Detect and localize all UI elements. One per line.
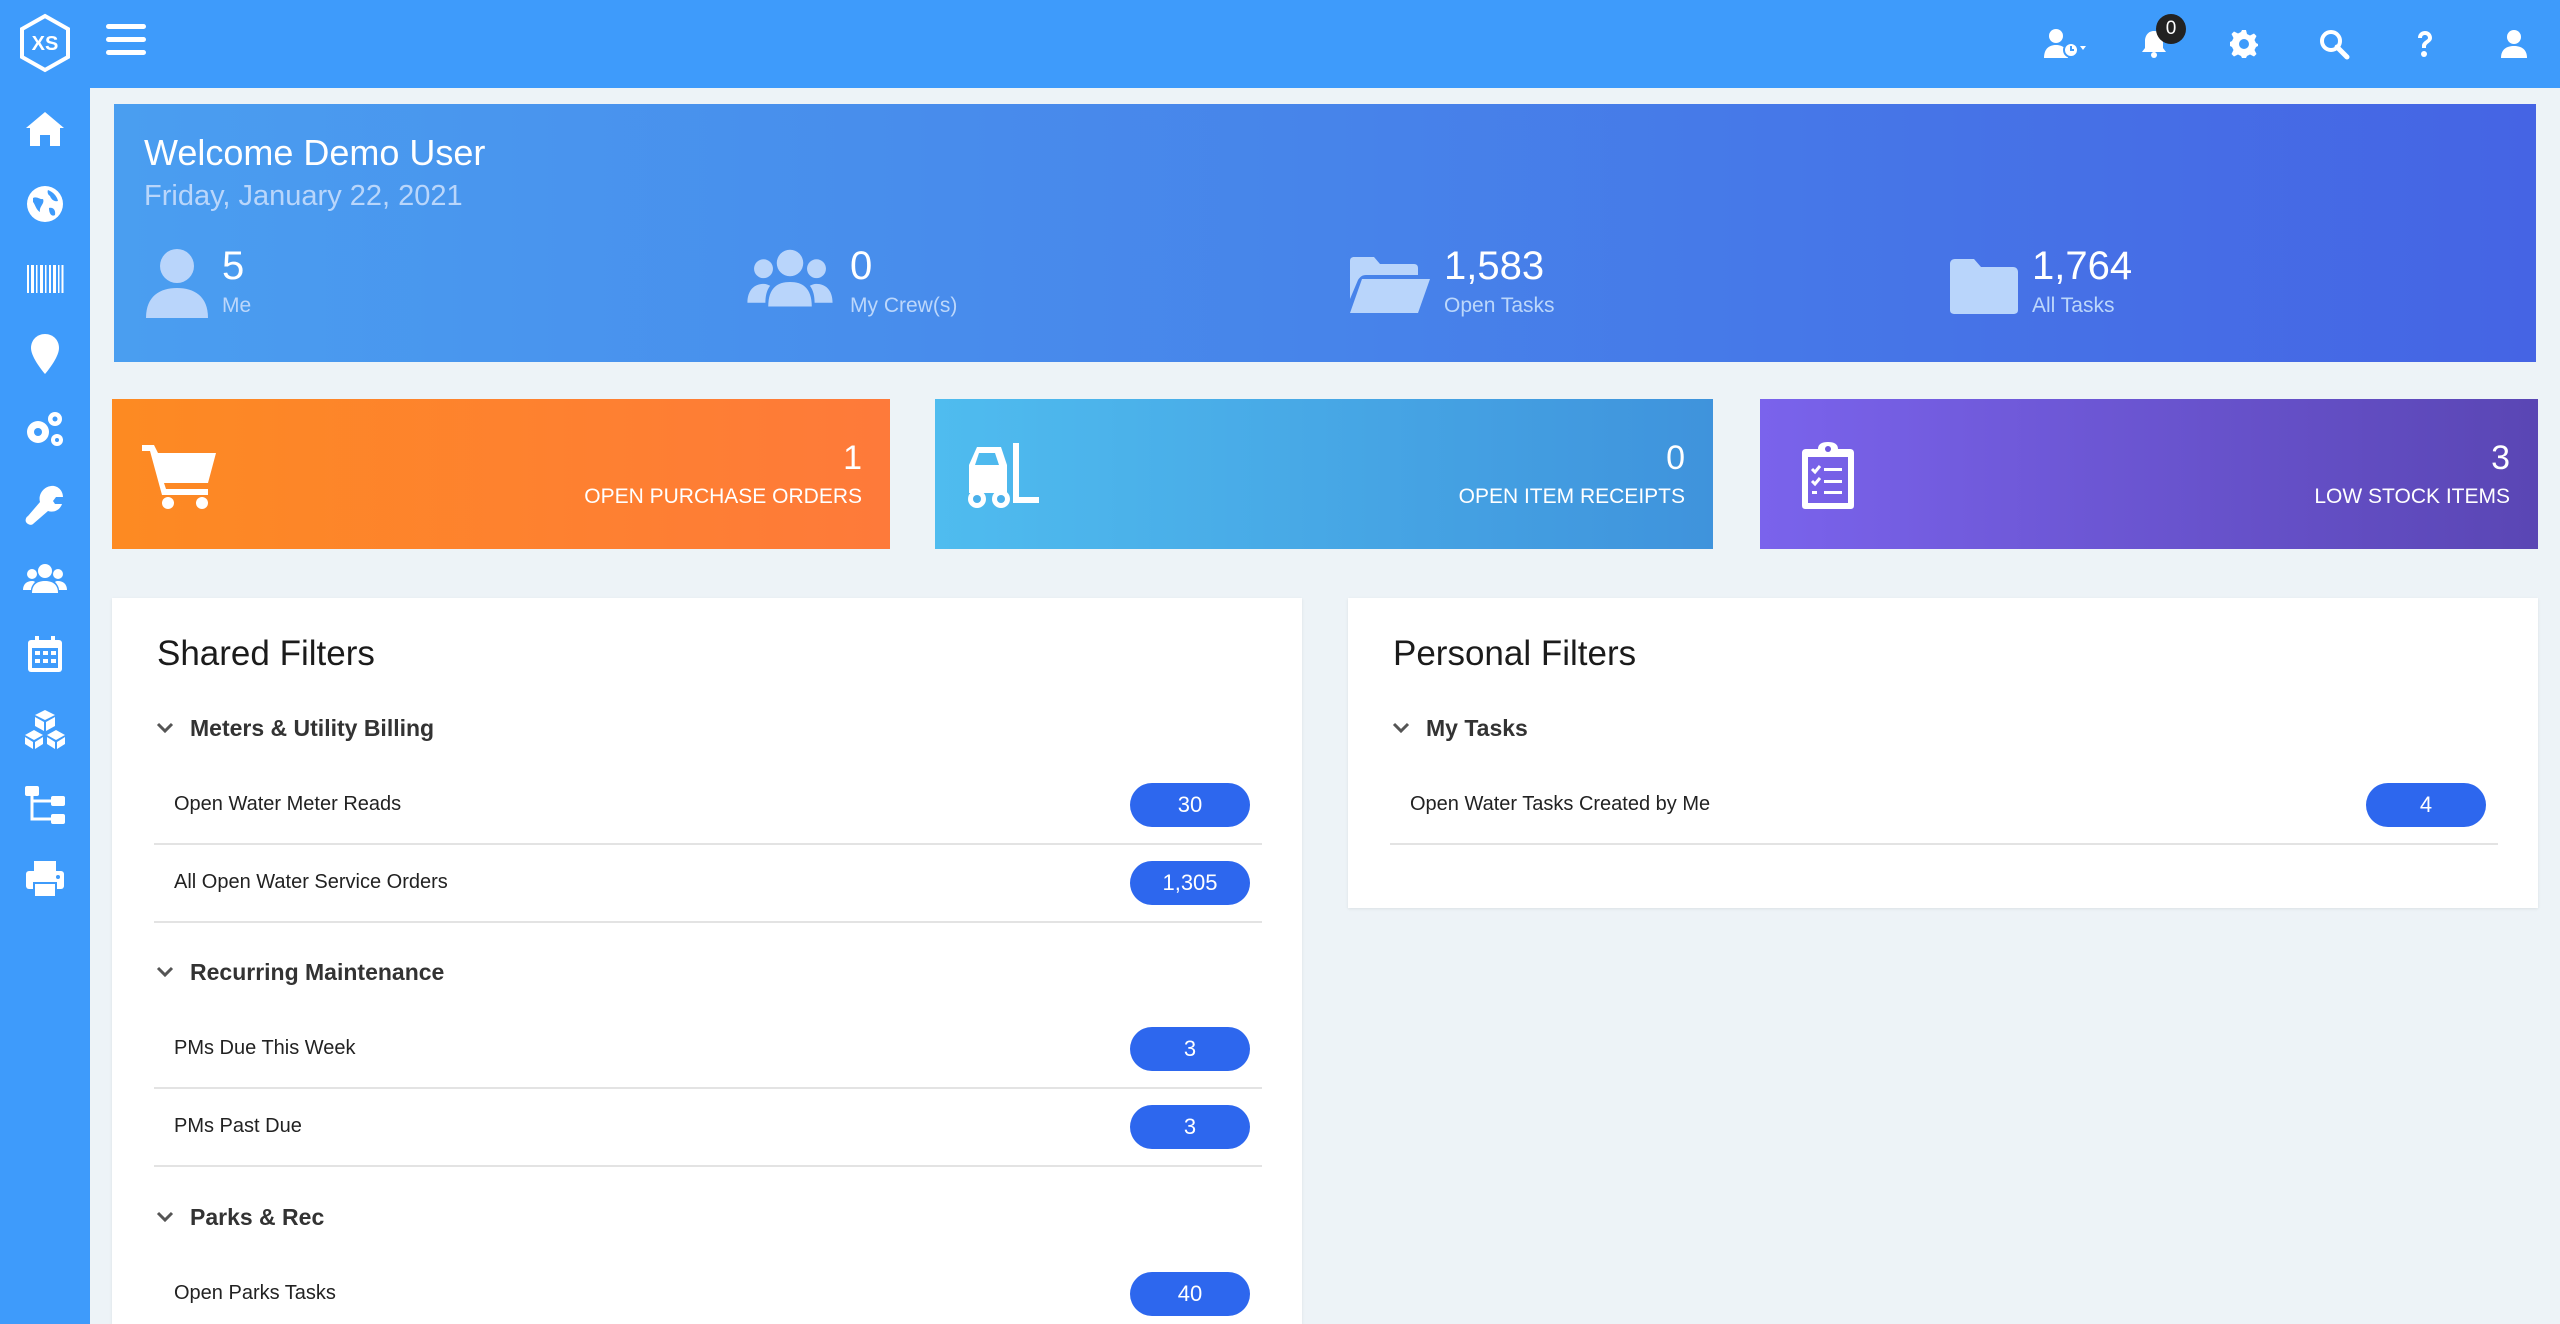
shared-filters-title: Shared Filters [157, 634, 375, 673]
stat-label: Me [222, 294, 252, 317]
filter-count-badge: 30 [1130, 783, 1250, 827]
kpi-value: 3 [2491, 439, 2510, 477]
filter-count-badge: 1,305 [1130, 861, 1250, 905]
kpi-open-purchase-orders[interactable]: 1 OPEN PURCHASE ORDERS [112, 399, 890, 549]
kpi-label: OPEN PURCHASE ORDERS [584, 485, 862, 508]
group-label: Parks & Rec [190, 1203, 325, 1230]
search-icon[interactable] [2312, 22, 2356, 66]
filter-count-badge: 40 [1130, 1272, 1250, 1316]
user-icon [146, 249, 208, 318]
filter-label: PMs Due This Week [174, 1037, 356, 1059]
group-label: Meters & Utility Billing [190, 714, 435, 741]
group-meters-utility-billing[interactable]: Meters & Utility Billing [154, 710, 434, 746]
sitemap-icon[interactable] [20, 779, 70, 829]
clipboard-list-icon [1802, 442, 1854, 509]
group-my-tasks[interactable]: My Tasks [1390, 710, 1528, 746]
chevron-down-icon [1392, 722, 1410, 734]
filter-label: All Open Water Service Orders [174, 871, 448, 893]
user-clock-icon[interactable] [2036, 22, 2096, 66]
filter-count-badge: 3 [1130, 1027, 1250, 1071]
notification-count-badge: 0 [2156, 14, 2186, 44]
cubes-icon[interactable] [20, 704, 70, 754]
kpi-label: OPEN ITEM RECEIPTS [1458, 485, 1685, 508]
wrench-icon[interactable] [20, 479, 70, 529]
barcode-icon[interactable] [20, 254, 70, 304]
stat-label: Open Tasks [1444, 294, 1555, 317]
group-parks-rec[interactable]: Parks & Rec [154, 1199, 324, 1235]
kpi-value: 0 [1666, 439, 1685, 477]
filter-label: PMs Past Due [174, 1115, 302, 1137]
menu-toggle-icon[interactable] [106, 24, 146, 60]
stat-value: 0 [850, 244, 873, 288]
filter-label: Open Parks Tasks [174, 1282, 336, 1304]
cogs-icon[interactable] [20, 404, 70, 454]
kpi-label: LOW STOCK ITEMS [2314, 485, 2510, 508]
chevron-down-icon [156, 722, 174, 734]
cart-icon [142, 445, 216, 509]
print-icon[interactable] [20, 854, 70, 904]
filter-count-badge: 4 [2366, 783, 2486, 827]
stat-value: 5 [222, 244, 245, 288]
welcome-title: Welcome Demo User [144, 132, 486, 173]
users-icon [747, 249, 833, 307]
filter-row-open-water-tasks-created-by-me[interactable]: Open Water Tasks Created by Me 4 [1390, 767, 2498, 845]
personal-filters-title: Personal Filters [1393, 634, 1637, 673]
stat-value: 1,583 [1444, 244, 1545, 288]
kpi-open-item-receipts[interactable]: 0 OPEN ITEM RECEIPTS [935, 399, 1713, 549]
stat-label: My Crew(s) [850, 294, 958, 317]
filter-row-open-water-meter-reads[interactable]: Open Water Meter Reads 30 [154, 767, 1262, 845]
logo-text: XS [32, 33, 59, 55]
kpi-low-stock-items[interactable]: 3 LOW STOCK ITEMS [1760, 399, 2538, 549]
map-marker-icon[interactable] [20, 329, 70, 379]
filter-row-all-open-water-service-orders[interactable]: All Open Water Service Orders 1,305 [154, 845, 1262, 923]
chevron-down-icon [156, 966, 174, 978]
filter-label: Open Water Meter Reads [174, 793, 402, 815]
stat-value: 1,764 [2032, 244, 2133, 288]
folder-open-icon [1350, 257, 1430, 313]
kpi-value: 1 [843, 439, 862, 477]
xs-logo-icon[interactable]: XS [14, 12, 76, 74]
filter-row-pms-past-due[interactable]: PMs Past Due 3 [154, 1089, 1262, 1167]
welcome-date: Friday, January 22, 2021 [144, 180, 463, 212]
home-icon[interactable] [20, 104, 70, 154]
personal-filters-card: Personal Filters My Tasks Open Water Tas… [1348, 598, 2538, 908]
user-account-icon[interactable] [2492, 22, 2536, 66]
stat-label: All Tasks [2032, 294, 2115, 317]
calendar-icon[interactable] [20, 629, 70, 679]
welcome-panel: Welcome Demo User Friday, January 22, 20… [114, 104, 2536, 362]
top-bar: XS 0 [0, 0, 2560, 88]
filter-row-pms-due-this-week[interactable]: PMs Due This Week 3 [154, 1011, 1262, 1089]
group-label: Recurring Maintenance [190, 958, 445, 985]
gear-icon[interactable] [2222, 22, 2266, 66]
sidebar [0, 88, 90, 1324]
chevron-down-icon [156, 1211, 174, 1223]
group-label: My Tasks [1426, 714, 1528, 741]
users-icon[interactable] [20, 554, 70, 604]
shared-filters-card: Shared Filters Meters & Utility Billing … [112, 598, 1302, 1324]
filter-label: Open Water Tasks Created by Me [1410, 793, 1711, 815]
filter-count-badge: 3 [1130, 1105, 1250, 1149]
folder-icon [1950, 259, 2018, 314]
filter-row-open-parks-tasks[interactable]: Open Parks Tasks 40 [154, 1256, 1262, 1324]
help-icon[interactable] [2402, 22, 2446, 66]
globe-icon[interactable] [20, 179, 70, 229]
forklift-icon [968, 443, 1039, 508]
group-recurring-maintenance[interactable]: Recurring Maintenance [154, 954, 444, 990]
